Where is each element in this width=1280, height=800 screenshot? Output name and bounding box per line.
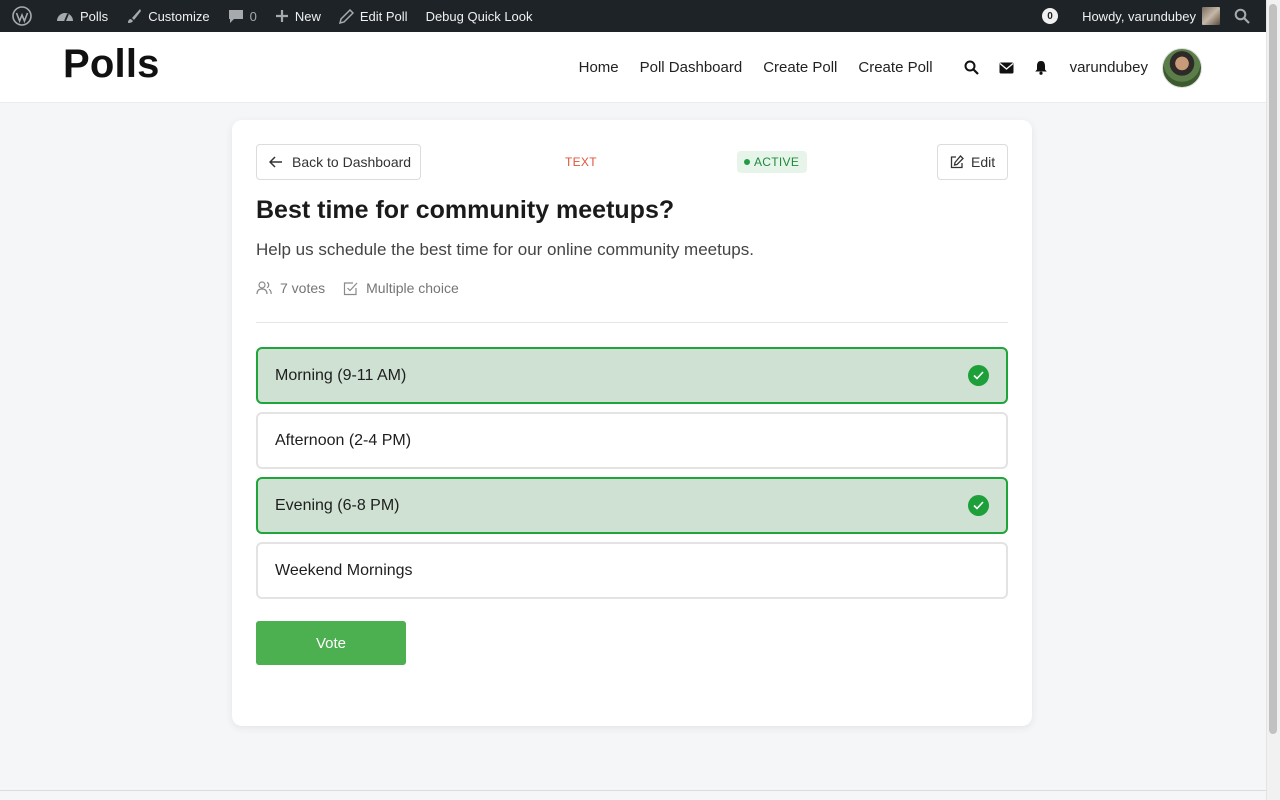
header-notifications-button[interactable] [1034,60,1048,75]
footer-divider [0,790,1266,791]
poll-type-label: TEXT [565,155,597,169]
poll-card: Back to Dashboard TEXT ACTIVE Edit Best … [232,120,1032,726]
vote-count-text: 7 votes [280,280,326,296]
site-name-label: Polls [80,8,109,24]
edit-poll-label: Edit Poll [359,8,408,24]
site-header: Polls Home Poll Dashboard Create Poll Cr… [0,32,1266,103]
brush-icon [128,9,142,23]
notification-count: 0 [1042,8,1059,24]
choice-type-text: Multiple choice [366,280,459,296]
header-username[interactable]: varundubey [1070,59,1148,76]
nav-poll-dashboard[interactable]: Poll Dashboard [640,59,743,76]
back-button-label: Back to Dashboard [292,154,412,170]
poll-option-evening[interactable]: Evening (6-8 PM) [256,477,1008,534]
vote-button[interactable]: Vote [256,621,406,665]
nav-home[interactable]: Home [579,59,619,76]
comments-link[interactable]: 0 [219,0,266,32]
new-label: New [294,8,321,24]
divider [256,322,1008,323]
edit-icon [950,155,964,169]
wp-admin-bar: Polls Customize 0 New Edit Poll Debug Qu… [0,0,1266,32]
search-icon [1234,8,1250,24]
option-label: Morning (9-11 AM) [275,366,407,384]
customize-link[interactable]: Customize [117,0,218,32]
main-navigation: Home Poll Dashboard Create Poll Create P… [558,32,1202,103]
howdy-label: Howdy, varundubey [1082,8,1196,24]
poll-option-afternoon[interactable]: Afternoon (2-4 PM) [256,412,1008,469]
admin-bar-right: 0 Howdy, varundubey [1033,0,1266,32]
header-messages-button[interactable] [999,62,1014,74]
nav-create-poll[interactable]: Create Poll [763,59,837,76]
poll-option-morning[interactable]: Morning (9-11 AM) [256,347,1008,404]
site-logo[interactable]: Polls [63,42,160,87]
choice-type: Multiple choice [343,280,459,296]
poll-option-weekend-mornings[interactable]: Weekend Mornings [256,542,1008,599]
page-scrollbar[interactable] [1266,0,1280,800]
arrow-left-icon [269,156,282,168]
option-label: Weekend Mornings [275,561,413,579]
search-icon [964,60,979,75]
customize-label: Customize [148,8,210,24]
admin-search[interactable] [1226,0,1266,32]
option-label: Evening (6-8 PM) [275,496,400,514]
poll-meta: 7 votes Multiple choice [256,280,477,296]
edit-poll-button[interactable]: Edit [937,144,1008,180]
edit-button-label: Edit [971,154,996,170]
dashboard-icon [57,13,73,22]
bell-icon [1034,61,1047,75]
header-search-button[interactable] [964,60,979,75]
status-badge: ACTIVE [737,151,808,173]
notifications-menu[interactable]: 0 [1033,0,1073,32]
admin-avatar [1202,7,1220,25]
comment-icon [228,10,243,23]
nav-create-poll-2[interactable]: Create Poll [858,59,932,76]
option-label: Afternoon (2-4 PM) [275,431,412,449]
comments-count: 0 [249,8,257,24]
vote-count: 7 votes [256,280,325,296]
wp-logo-menu[interactable] [3,0,47,32]
debug-quick-look-link[interactable]: Debug Quick Look [417,0,542,32]
plus-icon [275,10,288,22]
debug-label: Debug Quick Look [425,8,533,24]
poll-options: Morning (9-11 AM) Afternoon (2-4 PM) Eve… [256,347,1008,607]
check-icon [968,365,989,386]
status-text: ACTIVE [754,155,800,169]
status-dot [744,159,750,165]
pencil-icon [338,8,354,24]
my-account-menu[interactable]: Howdy, varundubey [1073,0,1226,32]
users-icon [256,281,272,295]
wordpress-logo-icon [12,6,32,26]
back-to-dashboard-button[interactable]: Back to Dashboard [256,144,421,180]
edit-poll-link[interactable]: Edit Poll [330,0,417,32]
new-content-menu[interactable]: New [266,0,330,32]
checkbox-icon [344,281,358,295]
site-name-menu[interactable]: Polls [47,0,117,32]
user-avatar[interactable] [1162,47,1202,88]
envelope-icon [999,62,1014,73]
poll-title: Best time for community meetups? [256,196,675,224]
admin-bar-left: Polls Customize 0 New Edit Poll Debug Qu… [0,0,542,32]
check-icon [968,495,989,516]
poll-description: Help us schedule the best time for our o… [256,240,754,259]
scrollbar-thumb[interactable] [1269,4,1277,734]
